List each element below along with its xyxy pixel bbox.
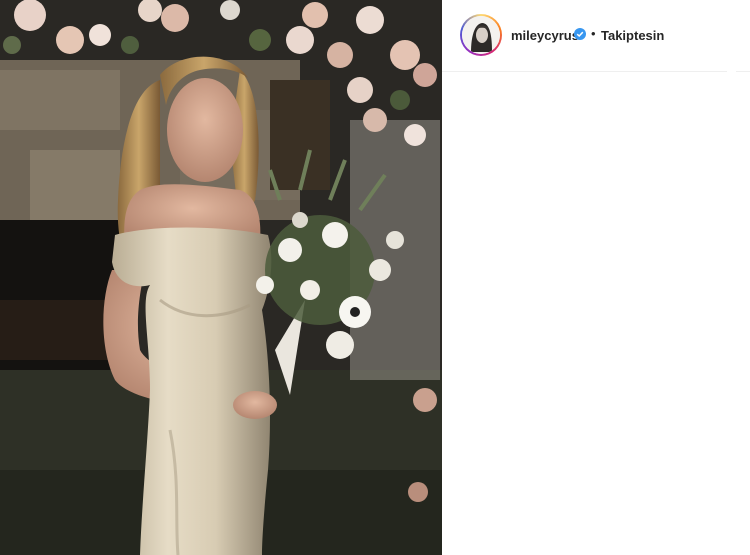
post-side-panel: mileycyrus • Takiptesin xyxy=(442,0,750,555)
verified-badge-icon xyxy=(574,28,586,40)
divider xyxy=(736,71,750,72)
separator-dot: • xyxy=(591,26,596,41)
follow-status-button[interactable]: Takiptesin xyxy=(601,28,664,43)
username-link[interactable]: mileycyrus xyxy=(511,28,579,43)
post-header: mileycyrus • Takiptesin xyxy=(442,0,727,72)
post-image xyxy=(0,0,442,555)
profile-avatar[interactable] xyxy=(460,14,502,56)
avatar-image-icon xyxy=(462,16,500,54)
post-photo[interactable] xyxy=(0,0,442,555)
